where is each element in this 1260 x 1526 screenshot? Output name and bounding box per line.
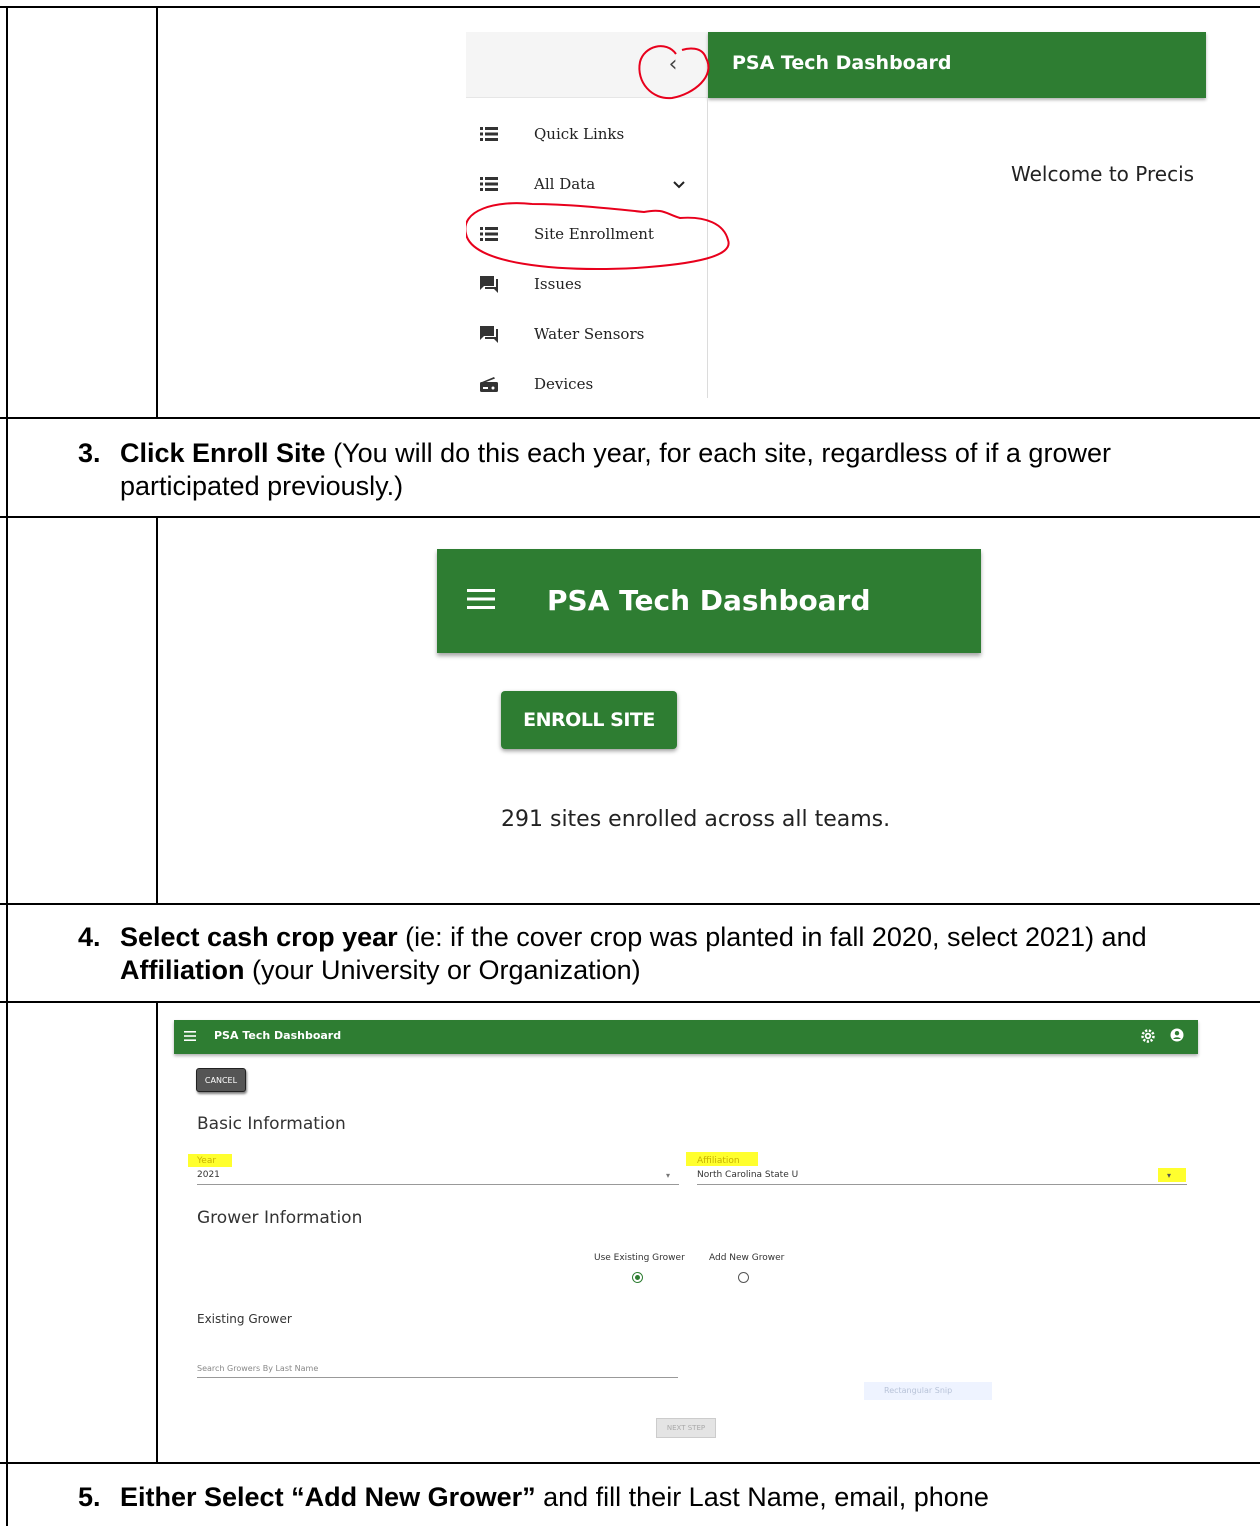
step-bold: Affiliation [120, 955, 245, 985]
affiliation-field-underline [697, 1184, 1187, 1185]
existing-grower-heading: Existing Grower [197, 1312, 292, 1326]
add-new-grower-label: Add New Grower [709, 1253, 785, 1263]
cancel-button[interactable]: CANCEL [196, 1068, 246, 1092]
affiliation-value[interactable]: North Carolina State U [697, 1170, 798, 1180]
gear-icon[interactable] [1140, 1028, 1156, 1044]
enroll-screenshot: PSA Tech Dashboard ENROLL SITE 291 sites… [437, 549, 981, 859]
table-border [0, 1001, 1260, 1003]
menu-icon[interactable] [467, 587, 497, 611]
search-field-underline [197, 1377, 678, 1378]
step-body: (ie: if the cover crop was planted in fa… [397, 922, 1147, 952]
red-annotation-circles [466, 45, 730, 270]
app-title: PSA Tech Dashboard [214, 1029, 342, 1042]
menu-icon[interactable] [184, 1031, 196, 1041]
sidebar-screenshot: ‹ PSA Tech Dashboard Quick Links All Dat… [466, 32, 1206, 398]
next-step-button[interactable]: NEXT STEP [656, 1418, 716, 1438]
table-border [0, 417, 1260, 419]
enroll-site-button[interactable]: ENROLL SITE [501, 691, 677, 749]
dropdown-arrow-icon[interactable]: ▾ [666, 1171, 670, 1180]
step-bold: Select cash crop year [120, 922, 398, 952]
step-body: and fill their Last Name, email, phone [535, 1482, 989, 1512]
year-label: Year [197, 1156, 217, 1166]
account-icon[interactable] [1170, 1028, 1184, 1042]
year-field-underline [197, 1184, 679, 1185]
step-text: Click Enroll Site (You will do this each… [120, 437, 1240, 503]
table-column-divider [156, 516, 158, 904]
document-page: ‹ PSA Tech Dashboard Quick Links All Dat… [0, 0, 1260, 1526]
use-existing-grower-radio[interactable] [632, 1272, 643, 1283]
app-title: PSA Tech Dashboard [547, 584, 871, 617]
step-number: 5. [78, 1482, 101, 1512]
step-number: 4. [78, 922, 101, 952]
table-border [0, 516, 1260, 518]
step-text: Either Select “Add New Grower” and fill … [120, 1481, 1240, 1514]
step-bold: Either Select [120, 1482, 292, 1512]
add-new-grower-radio[interactable] [738, 1272, 749, 1283]
step-bold: Click Enroll Site [120, 438, 326, 468]
table-border-left [6, 6, 8, 1526]
enrolled-count-text: 291 sites enrolled across all teams. [501, 807, 891, 832]
app-bar: PSA Tech Dashboard [437, 549, 981, 653]
step-number: 3. [78, 438, 101, 468]
app-bar: PSA Tech Dashboard [174, 1020, 1198, 1054]
year-value[interactable]: 2021 [197, 1170, 220, 1180]
table-border [0, 903, 1260, 905]
step-body: (your University or Organization) [244, 955, 641, 985]
basic-information-heading: Basic Information [197, 1114, 346, 1134]
grower-information-heading: Grower Information [197, 1208, 363, 1228]
enrollment-form-screenshot: PSA Tech Dashboard CANCEL Basic Informat… [174, 1020, 1200, 1444]
affiliation-label: Affiliation [697, 1156, 740, 1166]
table-border [0, 1462, 1260, 1464]
snip-overlay: Rectangular Snip [864, 1382, 992, 1400]
dropdown-arrow-icon[interactable]: ▾ [1167, 1171, 1171, 1180]
use-existing-grower-label: Use Existing Grower [594, 1253, 685, 1263]
search-growers-input[interactable]: Search Growers By Last Name [197, 1364, 318, 1373]
affiliation-arrow-highlight [1158, 1168, 1186, 1182]
step-bold: “Add New Grower” [291, 1482, 536, 1512]
table-column-divider [156, 1001, 158, 1463]
step-text: Select cash crop year (ie: if the cover … [120, 921, 1240, 987]
table-border-top [0, 6, 1260, 8]
table-column-divider [156, 6, 158, 418]
